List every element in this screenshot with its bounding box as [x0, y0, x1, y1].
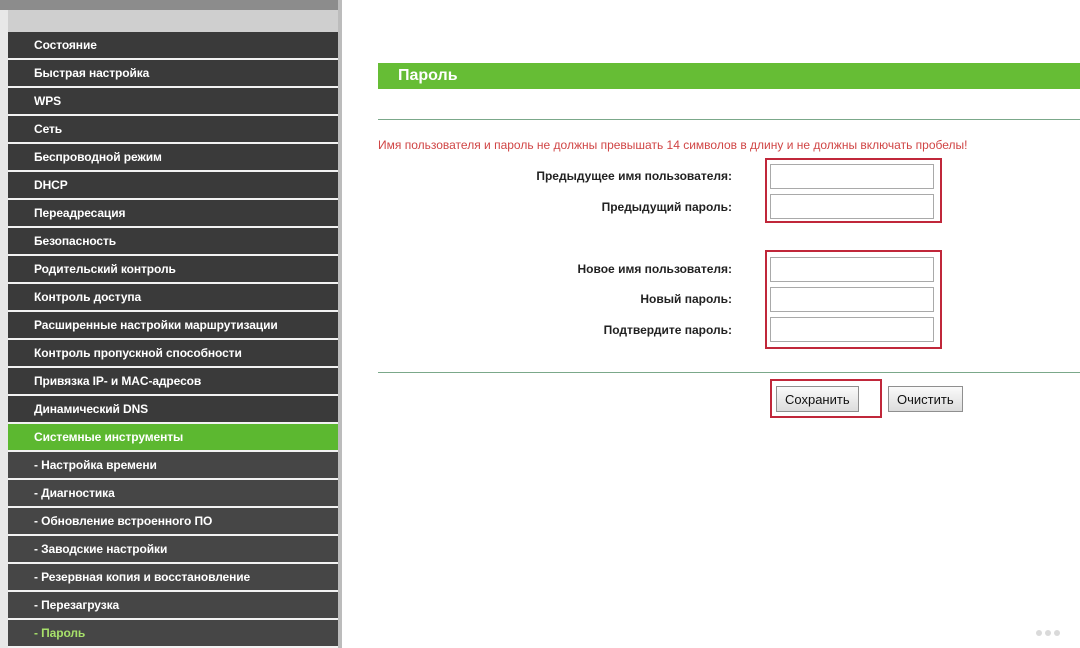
sidebar-item-access-control[interactable]: Контроль доступа: [8, 284, 338, 312]
old-password-label: Предыдущий пароль:: [601, 200, 732, 214]
sidebar-item-forwarding[interactable]: Переадресация: [8, 200, 338, 228]
sidebar: Состояние Быстрая настройка WPS Сеть Бес…: [0, 0, 342, 648]
confirm-password-label: Подтвердите пароль:: [603, 323, 732, 337]
watermark-icon: [1036, 630, 1060, 636]
sidebar-menu: Состояние Быстрая настройка WPS Сеть Бес…: [8, 32, 338, 648]
sidebar-item-quick-setup[interactable]: Быстрая настройка: [8, 60, 338, 88]
sidebar-subitem-reboot[interactable]: - Перезагрузка: [8, 592, 338, 620]
bottom-divider: [378, 372, 1080, 373]
sidebar-subitem-firmware-upgrade[interactable]: - Обновление встроенного ПО: [8, 508, 338, 536]
sidebar-subitem-factory-defaults[interactable]: - Заводские настройки: [8, 536, 338, 564]
new-password-label: Новый пароль:: [640, 292, 732, 306]
page-title: Пароль: [378, 63, 1080, 89]
sidebar-item-advanced-routing[interactable]: Расширенные настройки маршрутизации: [8, 312, 338, 340]
sidebar-item-network[interactable]: Сеть: [8, 116, 338, 144]
sidebar-item-parental-control[interactable]: Родительский контроль: [8, 256, 338, 284]
highlight-old-credentials: [765, 158, 942, 223]
router-admin-page: Состояние Быстрая настройка WPS Сеть Бес…: [0, 0, 1080, 648]
highlight-new-credentials: [765, 250, 942, 349]
clear-button[interactable]: Очистить: [888, 386, 963, 412]
sidebar-divider: [338, 0, 342, 648]
sidebar-subitem-password[interactable]: - Пароль: [8, 620, 338, 648]
sidebar-item-wps[interactable]: WPS: [8, 88, 338, 116]
sidebar-left-strip: [0, 10, 8, 648]
old-username-label: Предыдущее имя пользователя:: [536, 169, 732, 183]
new-username-label: Новое имя пользователя:: [577, 262, 732, 276]
sidebar-item-bandwidth-control[interactable]: Контроль пропускной способности: [8, 340, 338, 368]
sidebar-item-security[interactable]: Безопасность: [8, 228, 338, 256]
sidebar-item-ip-mac-binding[interactable]: Привязка IP- и MAC-адресов: [8, 368, 338, 396]
sidebar-top-bar: [0, 0, 342, 10]
sidebar-item-dynamic-dns[interactable]: Динамический DNS: [8, 396, 338, 424]
sidebar-subitem-diagnostics[interactable]: - Диагностика: [8, 480, 338, 508]
sidebar-subitem-time-settings[interactable]: - Настройка времени: [8, 452, 338, 480]
sidebar-item-status[interactable]: Состояние: [8, 32, 338, 60]
sidebar-item-dhcp[interactable]: DHCP: [8, 172, 338, 200]
sidebar-item-wireless[interactable]: Беспроводной режим: [8, 144, 338, 172]
highlight-save-button: [770, 379, 882, 418]
top-divider: [378, 119, 1080, 120]
sidebar-header-space: [8, 10, 338, 32]
sidebar-subitem-backup-restore[interactable]: - Резервная копия и восстановление: [8, 564, 338, 592]
sidebar-item-system-tools[interactable]: Системные инструменты: [8, 424, 338, 452]
warning-message: Имя пользователя и пароль не должны прев…: [378, 138, 968, 152]
